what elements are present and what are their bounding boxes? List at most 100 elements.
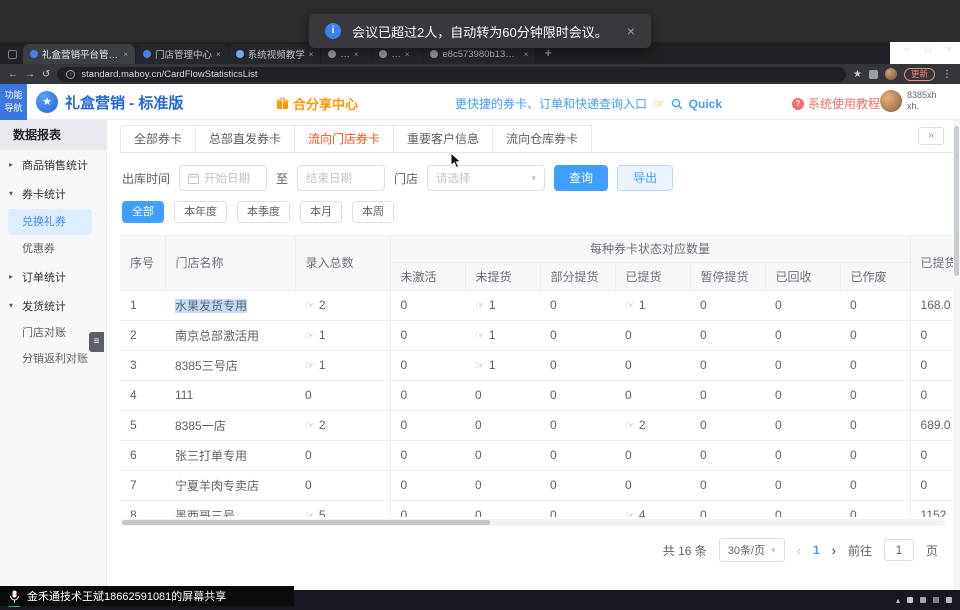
- count-value: 2: [319, 298, 326, 312]
- site-info-icon[interactable]: i: [66, 70, 75, 79]
- quick-filter-pill[interactable]: 本周: [352, 201, 394, 223]
- quick-filter-pill[interactable]: 全部: [122, 201, 164, 223]
- count-cell: ☞1: [295, 350, 390, 380]
- count-value: 5: [319, 508, 326, 517]
- window-controls: − □ ×: [904, 44, 952, 54]
- sidebar-group[interactable]: ▸订单统计: [0, 262, 106, 291]
- browser-tab[interactable]: 礼盒营销平台管理中心×: [23, 44, 135, 64]
- export-button[interactable]: 导出: [617, 165, 673, 191]
- pointer-icon[interactable]: ☞: [475, 300, 485, 312]
- tray-icon[interactable]: [907, 597, 913, 603]
- sidebar-group[interactable]: ▸商品销售统计: [0, 150, 106, 179]
- tray-icon[interactable]: [933, 597, 939, 603]
- count-cell: 0: [840, 290, 910, 320]
- expand-tabs-button[interactable]: »: [918, 127, 944, 145]
- table-header-cell: 已提货: [615, 262, 690, 290]
- store-select[interactable]: 请选择 ▾: [427, 165, 545, 191]
- page-size-select[interactable]: 30条/页 ▾: [719, 538, 785, 562]
- extensions-icon[interactable]: [869, 70, 878, 79]
- pointer-icon[interactable]: ☞: [305, 420, 315, 432]
- pointer-icon[interactable]: ☞: [305, 330, 315, 342]
- pointer-icon[interactable]: ☞: [305, 510, 315, 517]
- count-cell: 0: [615, 320, 690, 350]
- tab-search-icon[interactable]: [8, 50, 17, 59]
- share-center-link[interactable]: 合分享中心: [276, 94, 358, 113]
- bookmark-star-icon[interactable]: ★: [853, 69, 862, 80]
- count-cell: 0: [765, 290, 840, 320]
- window-minimize-button[interactable]: −: [904, 44, 909, 54]
- quick-filter-pill[interactable]: 本季度: [237, 201, 290, 223]
- count-value: 0: [305, 448, 312, 462]
- pointer-icon[interactable]: ☞: [305, 300, 315, 312]
- content-tab[interactable]: 重要客户信息: [393, 125, 493, 152]
- search-icon[interactable]: [671, 98, 683, 110]
- pointer-icon[interactable]: ☞: [625, 420, 635, 432]
- stats-table: 序号门店名称录入总数每种券卡状态对应数量已提货金额未激活未提货部分提货已提货暂停…: [120, 236, 960, 517]
- url-field[interactable]: i standard.maboy.cn/CardFlowStatisticsLi…: [57, 67, 846, 82]
- quick-search-link[interactable]: Quick: [689, 97, 722, 111]
- content-tab[interactable]: 流向仓库券卡: [492, 125, 592, 152]
- sidebar-collapse-handle[interactable]: ≡: [89, 332, 104, 352]
- user-avatar[interactable]: [880, 90, 902, 112]
- pointer-hand-icon: ☞: [653, 96, 665, 112]
- tray-icon[interactable]: [920, 597, 926, 603]
- sidebar-group[interactable]: ▾券卡统计: [0, 179, 106, 208]
- vertical-scrollbar[interactable]: [953, 120, 960, 590]
- user-menu[interactable]: 8385xh xh.: [880, 90, 937, 112]
- tab-close-icon[interactable]: ×: [405, 50, 410, 59]
- update-button[interactable]: 更新: [904, 68, 935, 81]
- reload-button[interactable]: ↺: [42, 69, 50, 80]
- count-value: 0: [305, 388, 312, 402]
- next-page-button[interactable]: ›: [832, 543, 836, 558]
- count-value: 0: [775, 478, 782, 492]
- v-scroll-thumb[interactable]: [954, 126, 959, 276]
- quick-filter-pill[interactable]: 本年度: [174, 201, 227, 223]
- toast-close-icon[interactable]: ×: [627, 23, 635, 39]
- pointer-icon[interactable]: ☞: [625, 300, 635, 312]
- count-cell: ☞2: [295, 290, 390, 320]
- tray-caret-icon[interactable]: ▴: [896, 596, 900, 605]
- count-cell: ☞1: [295, 320, 390, 350]
- pointer-icon[interactable]: ☞: [475, 360, 485, 372]
- back-button[interactable]: ←: [8, 69, 18, 80]
- sidebar-item[interactable]: 优惠券: [0, 236, 106, 262]
- h-scroll-thumb[interactable]: [122, 520, 490, 525]
- browser-tab[interactable]: 系统视频教学×: [229, 44, 321, 64]
- tutorial-link[interactable]: ? 系统使用教程: [792, 95, 880, 112]
- pointer-icon[interactable]: ☞: [475, 330, 485, 342]
- pointer-icon[interactable]: ☞: [305, 360, 315, 372]
- count-value: 0: [850, 508, 857, 517]
- tab-close-icon[interactable]: ×: [216, 50, 221, 59]
- forward-button[interactable]: →: [25, 69, 35, 80]
- window-close-button[interactable]: ×: [947, 44, 952, 54]
- goto-page-input[interactable]: [884, 539, 914, 561]
- tab-close-icon[interactable]: ×: [354, 50, 359, 59]
- sidebar-item[interactable]: 兑换礼券: [8, 209, 92, 235]
- start-date-input[interactable]: 开始日期: [179, 165, 267, 191]
- table-header-cell: 未提货: [465, 262, 540, 290]
- search-button[interactable]: 查询: [554, 165, 608, 191]
- content-tab[interactable]: 总部直发券卡: [195, 125, 295, 152]
- table-row: 1水果发货专用☞20☞10☞1000168.0: [120, 290, 960, 320]
- tab-close-icon[interactable]: ×: [123, 50, 128, 59]
- prev-page-button[interactable]: ‹: [797, 543, 801, 558]
- window-maximize-button[interactable]: □: [925, 44, 930, 54]
- table-row: 4111000000000: [120, 380, 960, 410]
- content-tab[interactable]: 流向门店券卡: [294, 125, 394, 152]
- end-date-input[interactable]: 结束日期: [297, 165, 385, 191]
- date-range-separator: 至: [276, 170, 288, 187]
- tray-icon[interactable]: [946, 597, 952, 603]
- page-number[interactable]: 1: [813, 543, 820, 557]
- pointer-icon[interactable]: ☞: [625, 510, 635, 517]
- browser-profile-avatar[interactable]: [885, 68, 897, 80]
- content-tab[interactable]: 全部券卡: [120, 125, 196, 152]
- browser-tab[interactable]: 门店管理中心×: [136, 44, 228, 64]
- sidebar-group[interactable]: ▾发货统计: [0, 291, 106, 320]
- table-container: 序号门店名称录入总数每种券卡状态对应数量已提货金额未激活未提货部分提货已提货暂停…: [120, 235, 960, 517]
- tab-close-icon[interactable]: ×: [309, 50, 314, 59]
- tab-close-icon[interactable]: ×: [524, 50, 529, 59]
- quick-filter-pill[interactable]: 本月: [300, 201, 342, 223]
- browser-menu-icon[interactable]: ⋮: [942, 69, 952, 80]
- horizontal-scrollbar[interactable]: [120, 519, 946, 526]
- func-nav-toggle[interactable]: 功能 导航: [0, 84, 27, 120]
